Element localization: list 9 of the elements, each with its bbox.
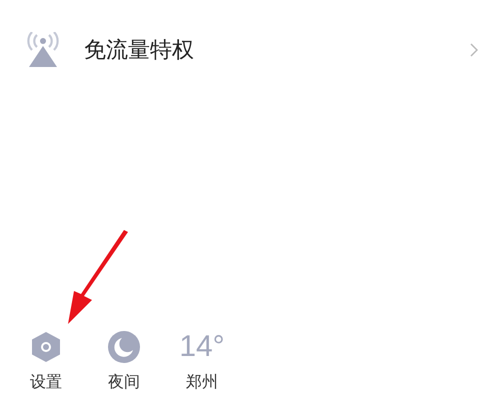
bottom-item-label[interactable]: 夜间 [108,372,140,393]
bottom-item-label[interactable]: 设置 [30,372,62,393]
moon-icon [108,331,140,363]
temperature: 14° [179,330,225,364]
chevron-right-icon [470,43,478,57]
antenna-icon [27,32,59,68]
settings-icon [31,331,61,363]
bottom-item-label[interactable]: 郑州 [186,372,218,393]
menu-item-label[interactable]: 免流量特权 [84,35,470,65]
